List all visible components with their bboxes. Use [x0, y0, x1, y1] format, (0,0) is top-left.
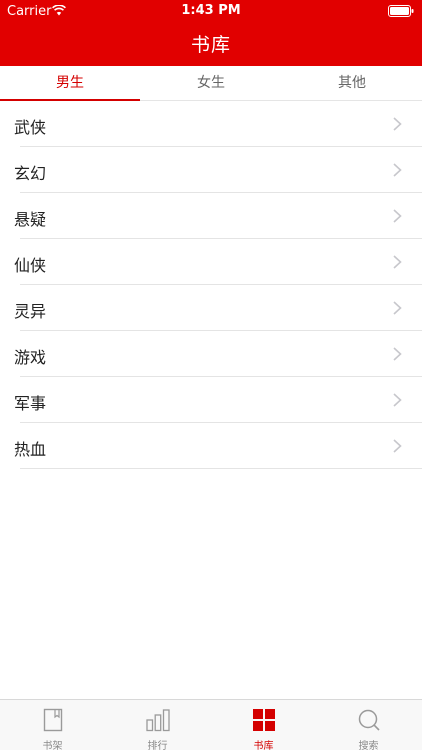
chevron-right-icon	[393, 117, 402, 131]
category-label: 仙侠	[14, 256, 47, 275]
tab-female[interactable]: 女生	[141, 66, 281, 101]
tabbar-label: 书库	[253, 741, 274, 750]
chevron-right-icon	[393, 439, 402, 453]
category-label: 武侠	[14, 118, 47, 137]
category-row[interactable]: 热血	[0, 423, 422, 469]
navigation-bar: Carrier 1:43 PM 书库	[0, 0, 422, 66]
tabbar-item-ranking[interactable]: 排行	[105, 700, 210, 750]
status-bar: Carrier 1:43 PM	[0, 0, 422, 22]
category-row[interactable]: 仙侠	[0, 239, 422, 285]
row-divider	[20, 468, 422, 469]
chevron-right-icon	[393, 209, 402, 223]
category-label: 悬疑	[14, 210, 47, 229]
category-label: 游戏	[14, 348, 47, 367]
tabbar-item-bookshelf[interactable]: 书架	[0, 700, 105, 750]
category-row[interactable]: 灵异	[0, 285, 422, 331]
chevron-right-icon	[393, 301, 402, 315]
ranking-icon	[146, 709, 170, 732]
chevron-right-icon	[393, 163, 402, 177]
tabbar-item-search[interactable]: 搜索	[316, 700, 421, 750]
chevron-right-icon	[393, 347, 402, 361]
category-label: 军事	[14, 394, 47, 413]
tabbar-label: 搜索	[358, 741, 379, 750]
category-row[interactable]: 武侠	[0, 101, 422, 147]
tabbar-label: 排行	[147, 741, 168, 750]
chevron-right-icon	[393, 393, 402, 407]
category-tabs: 男生 女生 其他	[0, 66, 422, 101]
chevron-right-icon	[393, 255, 402, 269]
category-row[interactable]: 玄幻	[0, 147, 422, 193]
category-row[interactable]: 军事	[0, 377, 422, 423]
category-row[interactable]: 悬疑	[0, 193, 422, 239]
library-grid-icon	[253, 709, 275, 731]
status-time: 1:43 PM	[181, 3, 241, 18]
category-row[interactable]: 游戏	[0, 331, 422, 377]
bottom-tab-bar: 书架 排行 书库 搜索	[0, 699, 422, 750]
tab-male[interactable]: 男生	[0, 66, 140, 101]
category-label: 热血	[14, 440, 47, 459]
tab-other[interactable]: 其他	[282, 66, 422, 101]
bookshelf-icon	[43, 708, 63, 732]
category-label: 灵异	[14, 302, 47, 321]
page-title: 书库	[190, 34, 231, 56]
battery-icon	[388, 5, 414, 17]
category-list: 武侠 玄幻 悬疑 仙侠 灵异 游戏 军事 热血	[0, 101, 422, 469]
search-icon	[358, 709, 380, 731]
tabbar-label: 书架	[42, 741, 63, 750]
tabbar-item-library[interactable]: 书库	[211, 700, 316, 750]
category-label: 玄幻	[14, 164, 47, 183]
